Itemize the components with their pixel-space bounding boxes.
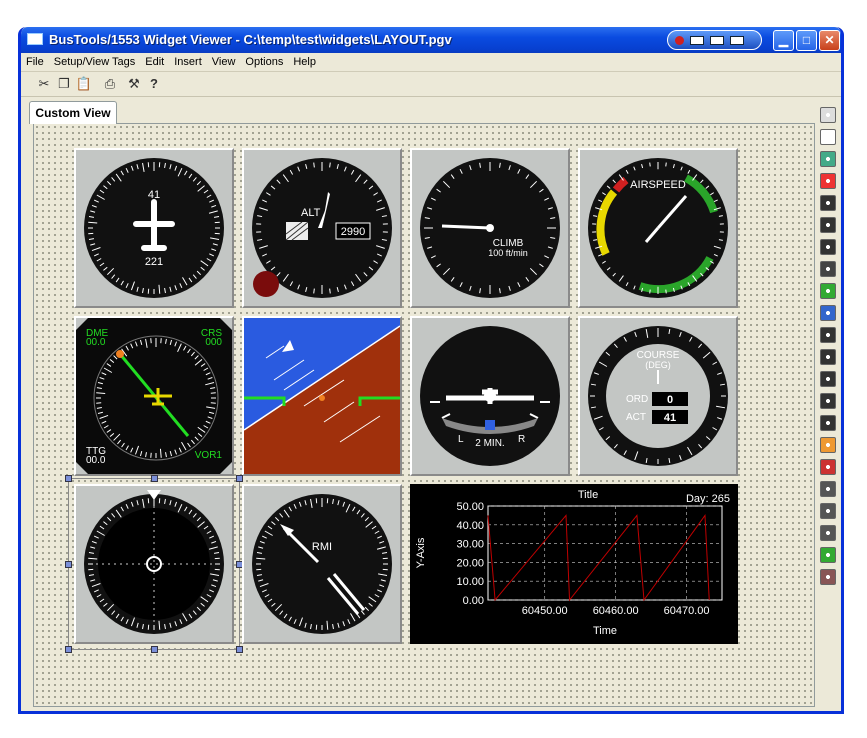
toolbar: ✂ ❐ 📋 ⎙ ⚒ ?	[21, 72, 841, 97]
gauge-icon[interactable]	[820, 327, 836, 343]
image-icon[interactable]	[820, 151, 836, 167]
altimeter-label: ALT	[301, 207, 321, 219]
table-icon[interactable]	[820, 503, 836, 519]
menu-insert[interactable]: Insert	[169, 53, 207, 72]
y-tick-label: 40.00	[456, 520, 484, 532]
close-button[interactable]: ✕	[819, 30, 840, 51]
turn-right-label: R	[518, 434, 525, 445]
application-window: BusTools/1553 Widget Viewer - C:\temp\te…	[18, 27, 844, 714]
text-label-icon[interactable]	[820, 107, 836, 123]
ord-value: 0	[667, 394, 673, 406]
turn-left-label: L	[458, 434, 464, 445]
copy-icon[interactable]: ❐	[55, 75, 73, 93]
altimeter-readout: 2990	[341, 226, 365, 238]
blank-icon[interactable]	[820, 129, 836, 145]
rmi-widget[interactable]: RMI	[242, 484, 402, 644]
extra-title-controls[interactable]	[667, 30, 762, 50]
strip-chart-widget[interactable]: Title Day: 265 50.00 40.00 30.00 20.00 10.00 0.…	[410, 484, 738, 644]
compass-icon[interactable]	[820, 173, 836, 189]
crs-value: 000	[205, 337, 222, 348]
menu-edit[interactable]: Edit	[140, 53, 169, 72]
nav-source-label: VOR1	[195, 450, 223, 461]
minimize-button[interactable]: ▁	[773, 30, 794, 51]
menu-bar: File Setup/View Tags Edit Insert View Options…	[21, 53, 841, 72]
view-icon[interactable]	[690, 36, 704, 45]
help-icon[interactable]: ?	[145, 75, 163, 93]
y-axis-label: Y-Axis	[415, 537, 427, 568]
airspeed-label: AIRSPEED	[630, 179, 686, 191]
chart-annotation: Day: 265	[686, 493, 730, 505]
maximize-button[interactable]: □	[796, 30, 817, 51]
cut-icon[interactable]: ✂	[35, 75, 53, 93]
y-tick-label: 0.00	[463, 595, 484, 607]
forward-icon[interactable]	[710, 36, 724, 45]
grid-icon[interactable]	[820, 525, 836, 541]
gauge-icon[interactable]	[820, 195, 836, 211]
chart-title: Title	[578, 489, 598, 501]
properties-icon[interactable]: ⚒	[125, 75, 143, 93]
chart-icon[interactable]	[820, 569, 836, 585]
turn-coordinator-widget[interactable]: L R 2 MIN.	[410, 316, 570, 476]
gauge-icon[interactable]	[820, 217, 836, 233]
dial-icon[interactable]	[820, 459, 836, 475]
y-tick-label: 50.00	[456, 501, 484, 513]
ord-label: ORD	[626, 394, 648, 405]
inclinometer-ball	[485, 420, 495, 430]
title-bar[interactable]: BusTools/1553 Widget Viewer - C:\temp\te…	[21, 27, 841, 53]
hsi-widget[interactable]: DME 00.0 CRS 000 TTG 00.0 VOR1	[74, 316, 234, 476]
paste-icon[interactable]: 📋	[75, 75, 93, 93]
gauge-icon[interactable]	[820, 393, 836, 409]
menu-view[interactable]: View	[207, 53, 241, 72]
view-canvas[interactable]: 41 221 ALT 2990 CLIMB 100 ft/min AIRSPEE…	[33, 123, 815, 707]
attitude-icon[interactable]	[820, 283, 836, 299]
horizon-icon[interactable]	[820, 305, 836, 321]
gauge-icon[interactable]	[820, 415, 836, 431]
bar-icon[interactable]	[730, 36, 744, 45]
heading-indicator-widget[interactable]: 41 221	[74, 148, 234, 308]
gauge-icon[interactable]	[820, 371, 836, 387]
y-tick-label: 10.00	[456, 576, 484, 588]
course-units: (DEG)	[645, 360, 671, 370]
selected-compass-widget[interactable]	[74, 484, 234, 644]
menu-help[interactable]: Help	[288, 53, 321, 72]
menu-file[interactable]: File	[21, 53, 49, 72]
x-axis-label: Time	[593, 625, 617, 637]
menu-options[interactable]: Options	[240, 53, 288, 72]
altimeter-knob[interactable]	[253, 271, 279, 297]
gauge-icon[interactable]	[820, 239, 836, 255]
heading-top-value: 41	[148, 189, 160, 201]
vsi-units: 100 ft/min	[488, 248, 528, 258]
chart-icon[interactable]	[820, 547, 836, 563]
y-tick-label: 30.00	[456, 539, 484, 551]
x-tick-label: 60450.00	[522, 605, 568, 617]
arc-gauge-icon[interactable]	[820, 437, 836, 453]
ttg-value: 00.0	[86, 455, 106, 466]
y-tick-label: 20.00	[456, 557, 484, 569]
dme-value: 00.0	[86, 337, 106, 348]
turn-label: 2 MIN.	[475, 438, 504, 449]
act-label: ACT	[626, 412, 646, 423]
series-line	[487, 513, 710, 602]
vertical-speed-widget[interactable]: CLIMB 100 ft/min	[410, 148, 570, 308]
window-title: BusTools/1553 Widget Viewer - C:\temp\te…	[49, 32, 452, 47]
tab-custom-view[interactable]: Custom View	[29, 101, 117, 124]
line-chart: Title Day: 265 50.00 40.00 30.00 20.00 10.00 0.…	[415, 489, 730, 637]
rmi-label: RMI	[312, 541, 332, 553]
gauge-icon[interactable]	[820, 261, 836, 277]
table-icon[interactable]	[820, 481, 836, 497]
act-value: 41	[664, 412, 676, 424]
attitude-indicator-widget[interactable]	[242, 316, 402, 476]
heading-bottom-value: 221	[145, 256, 163, 268]
print-icon[interactable]: ⎙	[101, 75, 119, 93]
gauge-icon[interactable]	[820, 349, 836, 365]
x-tick-label: 60460.00	[593, 605, 639, 617]
record-icon[interactable]	[675, 36, 684, 45]
widget-palette	[817, 107, 839, 607]
airspeed-widget[interactable]: AIRSPEED	[578, 148, 738, 308]
altimeter-widget[interactable]: ALT 2990	[242, 148, 402, 308]
x-tick-label: 60470.00	[664, 605, 710, 617]
course-widget[interactable]: COURSE (DEG) ORD 0 ACT 41	[578, 316, 738, 476]
app-icon	[27, 33, 43, 45]
menu-setup-view-tags[interactable]: Setup/View Tags	[49, 53, 141, 72]
